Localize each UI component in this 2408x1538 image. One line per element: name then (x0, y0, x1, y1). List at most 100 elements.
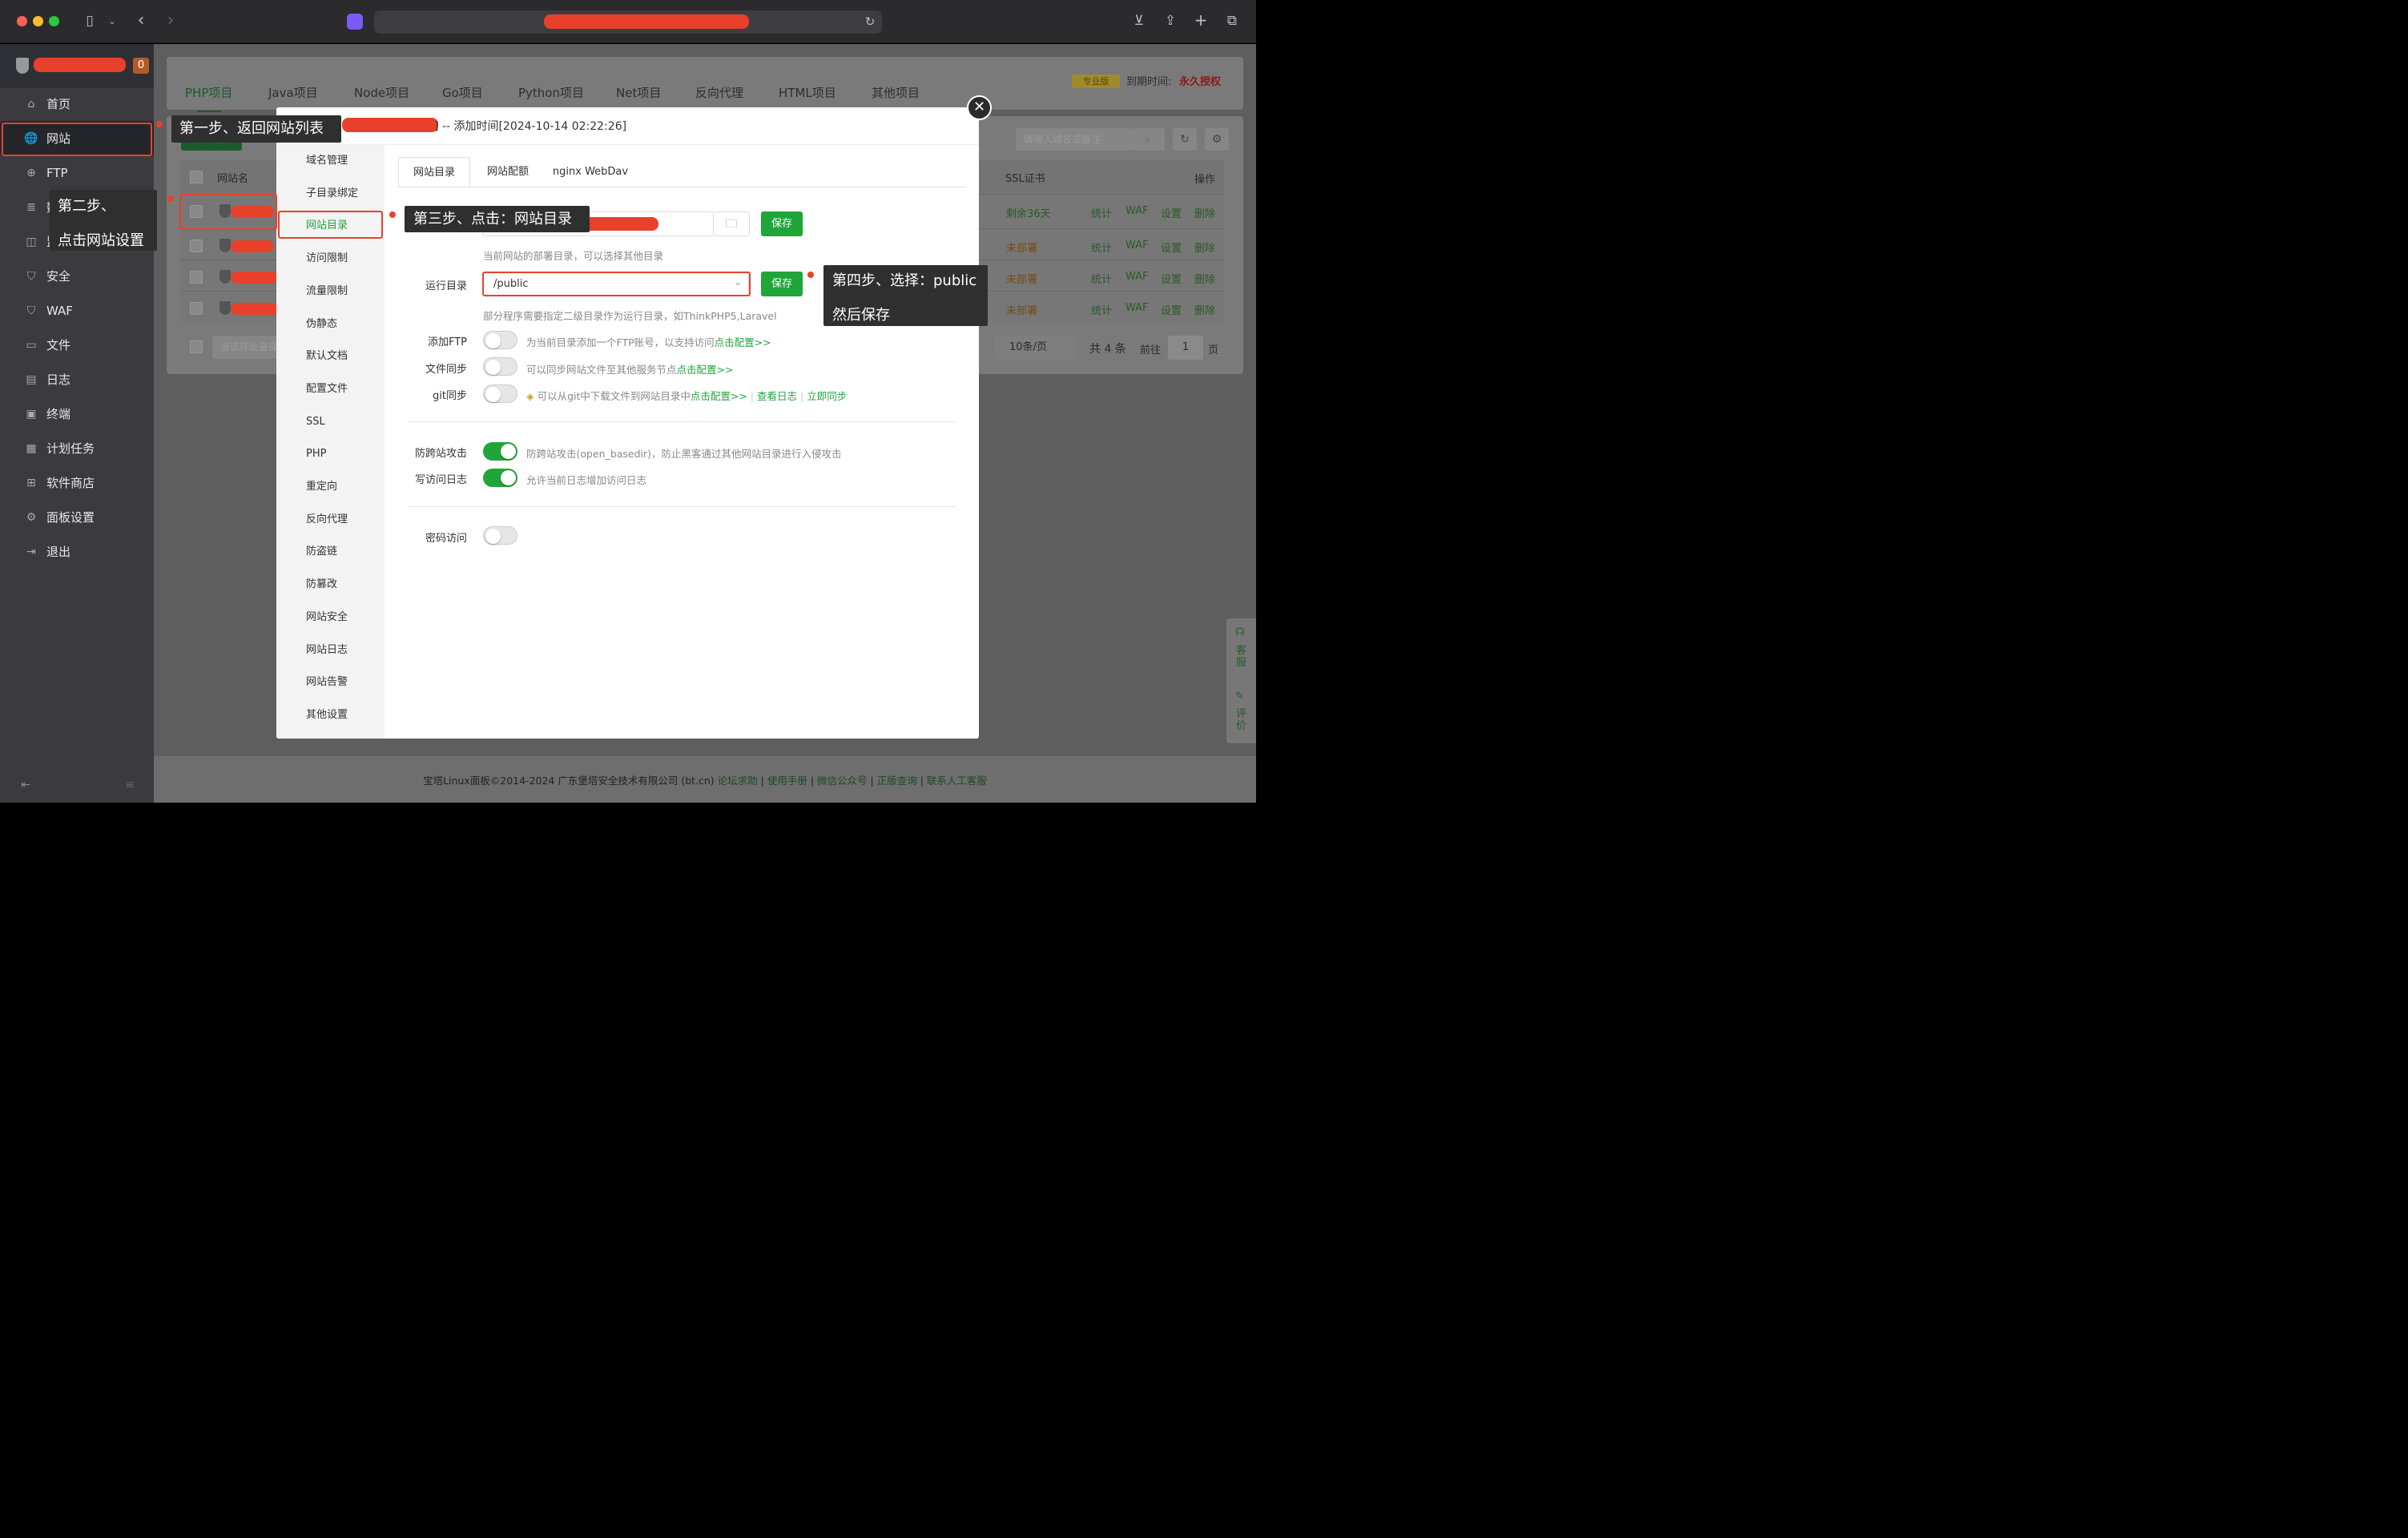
zoom-window-button[interactable] (49, 16, 59, 26)
close-window-button[interactable] (17, 16, 27, 26)
ssl-status[interactable]: 未部署 (1006, 302, 1037, 317)
settings-menu-item[interactable]: 访问限制 (276, 243, 385, 275)
sidebar-item-10[interactable]: ▦ 计划任务 (0, 431, 154, 465)
notification-badge[interactable]: 0 (133, 58, 149, 74)
project-tab-3[interactable]: Go项目 (442, 84, 483, 101)
footer-link[interactable]: 联系人工客服 (927, 775, 987, 787)
footer-link[interactable]: 正版查询 (877, 775, 917, 787)
project-tab-8[interactable]: 其他项目 (872, 84, 920, 101)
settings-menu-item[interactable]: 子目录绑定 (276, 178, 385, 210)
row-action-0[interactable]: 统计 (1091, 205, 1112, 220)
footer-link[interactable]: 论坛求助 (718, 775, 758, 787)
sidebar-item-2[interactable]: ⊕ FTP (0, 155, 154, 190)
footer-link[interactable]: 使用手册 (767, 775, 807, 787)
ssl-status[interactable]: 剩余36天 (1006, 205, 1051, 220)
row-action-2[interactable]: 设置 (1161, 302, 1182, 317)
row-checkbox[interactable] (190, 302, 203, 315)
settings-menu-item[interactable]: 伪静态 (276, 308, 385, 340)
view-log-link[interactable]: 查看日志 (757, 390, 797, 402)
ftp-toggle[interactable] (483, 331, 517, 349)
refresh-icon[interactable]: ↻ (1173, 128, 1197, 151)
row-checkbox[interactable] (190, 240, 203, 252)
sidebar-item-8[interactable]: ▤ 日志 (0, 362, 154, 397)
row-checkbox[interactable] (190, 271, 203, 284)
settings-menu-item[interactable]: 流量限制 (276, 276, 385, 308)
page-number-input[interactable]: 1 (1168, 336, 1203, 360)
select-all-checkbox[interactable] (190, 171, 203, 183)
share-icon[interactable]: ⇪ (1162, 13, 1179, 29)
reload-icon[interactable]: ↻ (863, 14, 877, 30)
chevron-down-icon[interactable]: ⌄ (107, 14, 118, 30)
row-action-2[interactable]: 设置 (1161, 271, 1182, 286)
row-action-0[interactable]: 统计 (1091, 302, 1112, 317)
row-action-2[interactable]: 设置 (1161, 205, 1182, 220)
row-action-2[interactable]: 设置 (1161, 240, 1182, 255)
save-site-dir-button[interactable]: 保存 (761, 211, 803, 236)
footer-link[interactable]: 微信公众号 (817, 775, 868, 787)
settings-menu-item[interactable]: SSL (276, 406, 385, 438)
row-action-3[interactable]: 删除 (1194, 240, 1215, 255)
extension-icon[interactable] (347, 14, 363, 30)
ssl-status[interactable]: 未部署 (1006, 271, 1037, 286)
collapse-sidebar-icon[interactable]: ⇤ (18, 777, 34, 793)
password-access-toggle[interactable] (483, 526, 517, 545)
anti-cross-toggle[interactable] (483, 442, 517, 461)
settings-menu-item[interactable]: PHP (276, 438, 385, 470)
sidebar-item-13[interactable]: ⇥ 退出 (0, 534, 154, 569)
folder-icon[interactable]: 🗀 (714, 211, 750, 236)
settings-menu-item[interactable]: 域名管理 (276, 145, 385, 177)
review-label[interactable]: 评价 (1236, 708, 1247, 732)
row-action-3[interactable]: 删除 (1194, 302, 1215, 317)
sidebar-item-9[interactable]: ▣ 终端 (0, 397, 154, 431)
access-log-toggle[interactable] (483, 469, 517, 487)
redacted-site-name[interactable] (231, 272, 277, 284)
settings-menu-item[interactable]: 反向代理 (276, 504, 385, 536)
header-site-name[interactable]: 网站名 (217, 170, 248, 185)
modal-tab-0[interactable]: 网站目录 (398, 157, 470, 187)
row-action-1[interactable]: WAF (1125, 205, 1149, 217)
headset-icon[interactable]: ☊ (1235, 626, 1245, 638)
row-action-3[interactable]: 删除 (1194, 271, 1215, 286)
row-action-1[interactable]: WAF (1125, 271, 1149, 283)
sync-now-link[interactable]: 立即同步 (807, 390, 847, 402)
sidebar-item-5[interactable]: ⛉ 安全 (0, 259, 154, 293)
save-run-dir-button[interactable]: 保存 (761, 272, 803, 296)
batch-checkbox[interactable] (190, 340, 203, 353)
sidebar-item-12[interactable]: ⚙ 面板设置 (0, 500, 154, 534)
settings-menu-item[interactable]: 网站告警 (276, 666, 385, 699)
ftp-config-link[interactable]: 点击配置>> (715, 336, 771, 348)
file-sync-config-link[interactable]: 点击配置>> (677, 364, 734, 376)
row-action-0[interactable]: 统计 (1091, 271, 1112, 286)
address-bar[interactable]: ↻ (374, 10, 882, 34)
sidebar-item-7[interactable]: ▭ 文件 (0, 328, 154, 362)
forward-icon[interactable]: › (163, 12, 179, 30)
tabs-icon[interactable]: ⧉ (1223, 13, 1241, 29)
edit-icon[interactable]: ✎ (1235, 690, 1244, 703)
modal-tab-2[interactable]: nginx WebDav (546, 157, 635, 187)
header-ssl[interactable]: SSL证书 (1005, 170, 1045, 185)
menu-icon[interactable]: ≡ (122, 777, 138, 793)
sidebar-item-11[interactable]: ⊞ 软件商店 (0, 465, 154, 500)
ssl-status[interactable]: 未部署 (1006, 240, 1037, 255)
minimize-window-button[interactable] (33, 16, 43, 26)
site-search-input[interactable]: 请输入域名或备注 (1016, 128, 1131, 151)
settings-menu-item[interactable]: 防篡改 (276, 569, 385, 601)
settings-menu-item[interactable]: 网站安全 (276, 602, 385, 634)
row-action-1[interactable]: WAF (1125, 302, 1149, 314)
git-sync-toggle[interactable] (483, 384, 517, 403)
project-tab-7[interactable]: HTML项目 (779, 84, 836, 101)
sidebar-icon[interactable]: ▯ (81, 13, 99, 29)
batch-select[interactable]: 请选择批量操作 (212, 336, 284, 359)
close-icon[interactable]: ✕ (967, 95, 992, 120)
row-action-0[interactable]: 统计 (1091, 240, 1112, 255)
page-size-select[interactable]: 10条/页 (995, 336, 1077, 360)
project-tab-4[interactable]: Python项目 (518, 84, 584, 101)
service-label[interactable]: 客服 (1236, 645, 1247, 669)
settings-gear-icon[interactable]: ⚙ (1205, 128, 1229, 151)
download-icon[interactable]: ⊻ (1130, 13, 1148, 29)
redacted-site-name[interactable] (231, 240, 274, 252)
project-tab-1[interactable]: Java项目 (268, 84, 318, 101)
settings-menu-item[interactable]: 其他设置 (276, 699, 385, 731)
project-tab-5[interactable]: Net项目 (616, 84, 661, 101)
git-config-link[interactable]: 点击配置>> (691, 390, 747, 402)
